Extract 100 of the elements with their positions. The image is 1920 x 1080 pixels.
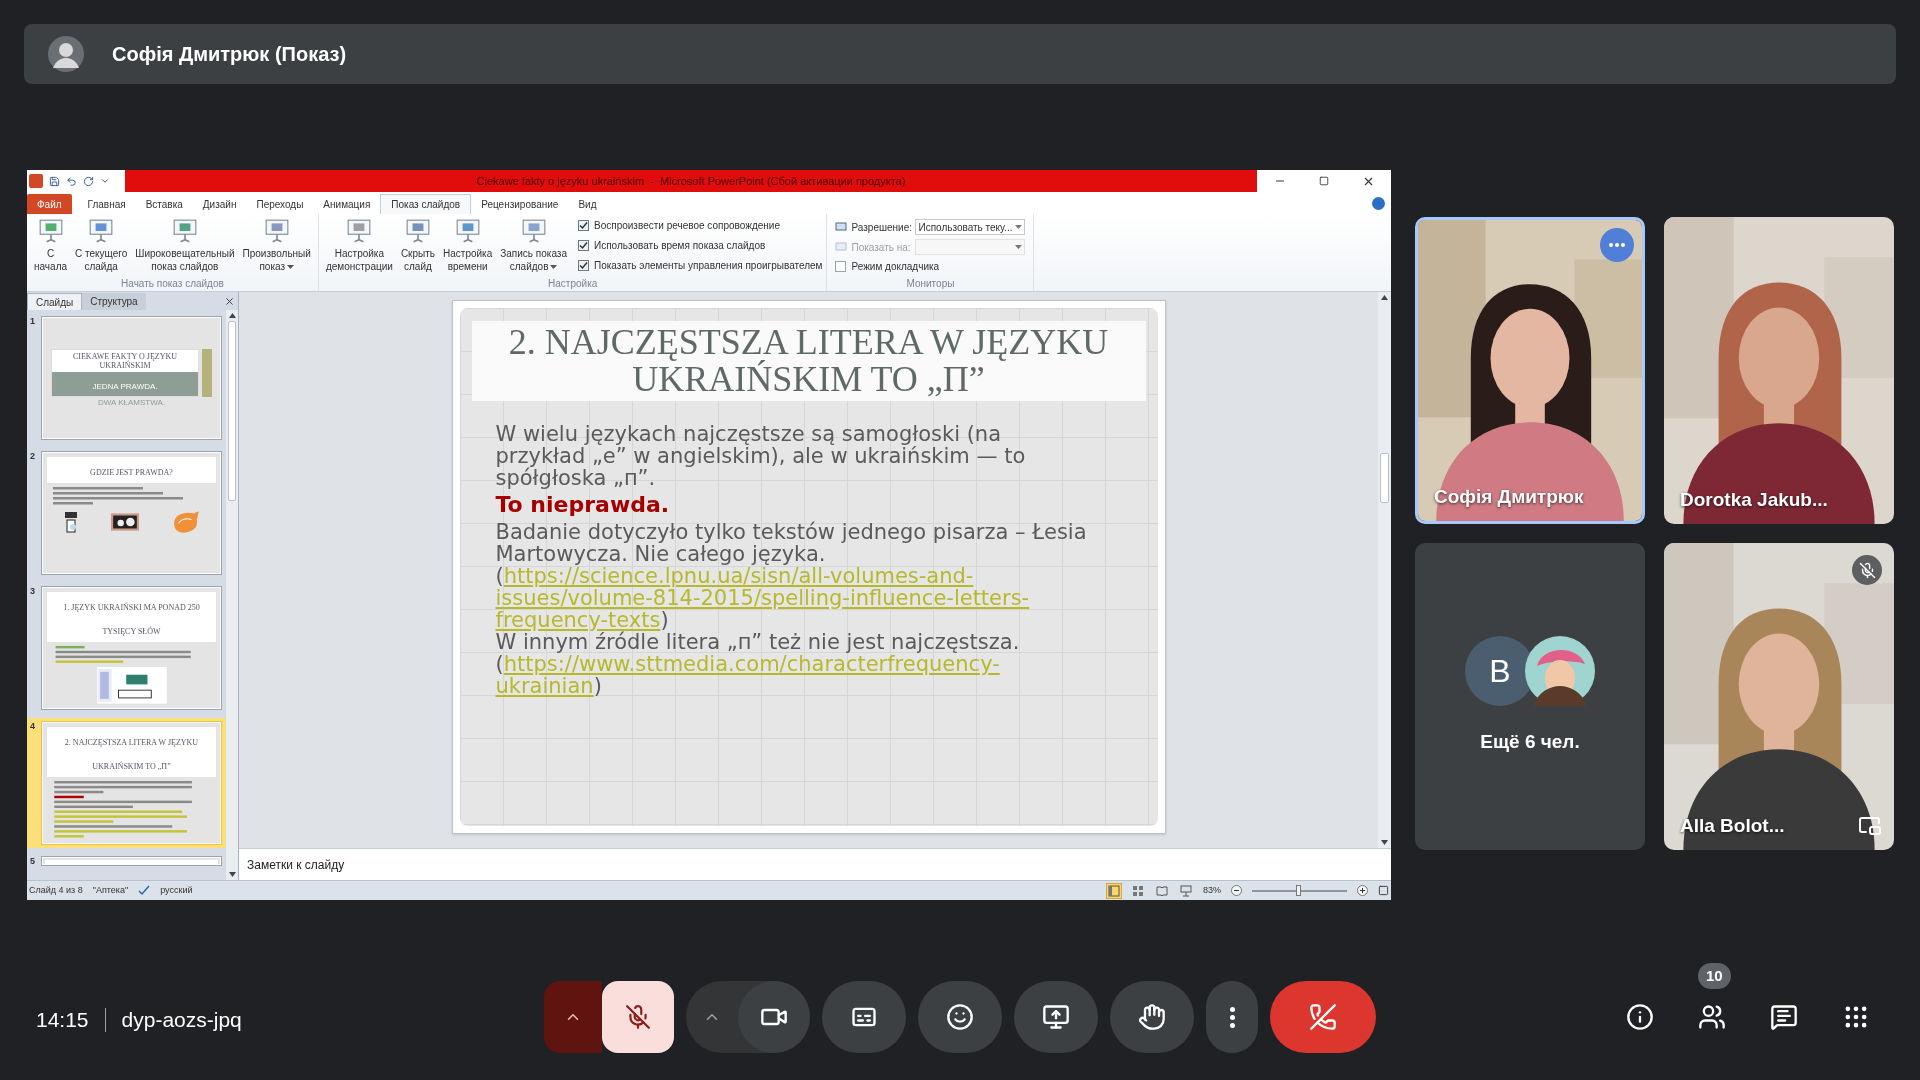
slide-thumbnail[interactable]: GDZIE JEST PRAWDA? — [41, 451, 222, 575]
caret-icon — [1015, 225, 1023, 229]
present-screen-icon — [1042, 1003, 1070, 1031]
language[interactable]: русский — [160, 883, 193, 898]
slide-thumbnail[interactable]: 2. NAJCZĘSTSZA LITERA W JĘZYKU UKRAIŃSKIM TO „П” — [41, 721, 222, 845]
ribbon-tab[interactable]: Вставка — [135, 194, 193, 214]
ribbon-button[interactable]: Настройка демонстрации — [322, 214, 396, 273]
meeting-time: 14:15 — [36, 1007, 89, 1034]
projector-icon — [346, 218, 373, 244]
slider-thumb[interactable] — [1295, 884, 1301, 896]
more-icon — [1609, 243, 1625, 247]
slide-thumbnail-row[interactable]: 2 GDZIE JEST PRAWDA? — [27, 448, 226, 578]
accent-bar — [202, 348, 212, 397]
microphone-button[interactable] — [602, 981, 674, 1053]
ribbon-button[interactable]: Запись показа слайдов — [497, 214, 570, 273]
projector-icon — [263, 218, 290, 244]
panel-tab[interactable]: Структура — [82, 293, 146, 310]
slide-thumbnail[interactable]: 1. JĘZYK UKRAIŃSKI MA PONAD 250 TYSIĘCY SŁÓW — [41, 586, 222, 710]
checkbox-label: Воспроизвести речевое сопровождение — [594, 219, 780, 233]
info-icon — [1626, 1003, 1654, 1031]
slide-thumbnail-row[interactable]: 5 — [27, 853, 226, 869]
zoom-level[interactable]: 83% — [1203, 883, 1221, 898]
ribbon-tab[interactable]: Переходы — [246, 194, 314, 214]
ribbon-tab[interactable]: Рецензирование — [471, 194, 569, 214]
redo-icon[interactable] — [83, 175, 94, 187]
dropdown-label: Разрешение: — [851, 220, 912, 235]
ribbon-button[interactable]: Настройка времени — [440, 214, 496, 273]
more-icon — [1229, 1006, 1235, 1028]
ribbon-tab[interactable]: Дизайн — [192, 194, 247, 214]
slide-number: 2 — [30, 451, 36, 463]
monitor-icon — [835, 222, 848, 232]
scrollbar[interactable] — [1378, 292, 1391, 848]
clipart-drawing — [171, 510, 200, 534]
slide-thumbnail[interactable] — [41, 856, 222, 866]
app-icon — [29, 174, 43, 188]
ribbon-button[interactable]: Широковещательный показ слайдов — [132, 214, 238, 273]
thumbnail-subtitle: DWA KŁAMSTWA. — [97, 397, 166, 408]
hand-icon — [1138, 1003, 1166, 1031]
fit-icon[interactable] — [1378, 885, 1389, 896]
slide-text: (https://www.sttmedia.com/characterfrequency-ukrainian) — [495, 653, 1000, 697]
slide-thumbnail[interactable]: CIEKAWE FAKTY O JĘZYKU UKRAIŃSKIM JEDNA PRAWDA. DWA KŁAMSTWA. — [41, 316, 222, 440]
participant-tile[interactable]: B Ещё 6 чел. — [1415, 543, 1645, 850]
slide-thumbnail-row[interactable]: 4 2. NAJCZĘSTSZA LITERA W JĘZYKU UKRAIŃSKIM TO „П” — [27, 718, 226, 848]
ribbon-button[interactable]: Произвольный показ — [239, 214, 314, 273]
ribbon-tab[interactable]: Вид — [568, 194, 607, 214]
undo-icon[interactable] — [66, 175, 77, 187]
notes-field[interactable]: Заметки к слайду — [247, 855, 345, 874]
people-icon — [1698, 1003, 1726, 1031]
view-button[interactable] — [1107, 883, 1121, 898]
thumbnail-title: GDZIE JEST PRAWDA? — [90, 468, 173, 477]
customize-icon[interactable] — [100, 176, 110, 186]
checkbox[interactable] — [578, 240, 589, 251]
scrollbar[interactable] — [226, 310, 238, 880]
ribbon-tab[interactable]: Файл — [27, 194, 72, 214]
slide-thumbnail-row[interactable]: 3 1. JĘZYK UKRAIŃSKI MA PONAD 250 TYSIĘCY SŁÓW — [27, 583, 226, 713]
spellcheck-icon[interactable] — [138, 885, 151, 896]
checkbox[interactable] — [578, 260, 589, 271]
slide-title: 2. NAJCZĘSTSZA LITERA W JĘZYKU UKRAIŃSKIM TO „П” — [507, 324, 1110, 398]
chat-icon — [1770, 1003, 1798, 1031]
meeting-code: dyp-aozs-jpq — [121, 1007, 242, 1034]
restore-icon[interactable] — [1318, 176, 1329, 186]
mic-off-icon — [625, 1004, 651, 1030]
scroll-thumb[interactable] — [228, 321, 236, 501]
view-button[interactable] — [1131, 883, 1145, 898]
group-label: Настройка — [547, 277, 599, 291]
dropdown[interactable]: Использовать теку... — [915, 219, 1026, 235]
save-icon[interactable] — [49, 175, 60, 187]
projector-icon — [88, 218, 115, 244]
scroll-thumb[interactable] — [1380, 453, 1389, 503]
scroll-up-icon[interactable] — [1381, 295, 1388, 300]
caret-icon — [1015, 245, 1023, 249]
ribbon-button[interactable]: С начала — [31, 214, 71, 273]
picture-in-picture-button[interactable] — [1858, 814, 1882, 838]
scroll-up-icon[interactable] — [228, 313, 236, 318]
scroll-down-icon[interactable] — [1381, 840, 1388, 845]
thumbnail-title: 1. JĘZYK UKRAIŃSKI MA PONAD 250 TYSIĘCY SŁÓW — [63, 603, 200, 636]
ribbon-button[interactable]: Скрыть слайд — [397, 214, 438, 273]
slide-thumbnail-row[interactable]: 1 CIEKAWE FAKTY O JĘZYKU UKRAIŃSKIM JEDNA PRAWDA. DWA KŁAMSTWA. — [27, 313, 226, 443]
close-icon[interactable] — [224, 296, 235, 307]
slide-text: W innym źródle litera „п” też nie jest najczęstsza. — [495, 631, 1021, 653]
ribbon-tab[interactable]: Анимация — [313, 194, 381, 214]
panel-tab[interactable]: Слайды — [27, 293, 83, 310]
avatar — [48, 36, 84, 72]
ribbon-button[interactable]: С текущего слайда — [72, 214, 131, 273]
view-button[interactable] — [1155, 883, 1169, 898]
checkbox[interactable] — [578, 220, 589, 231]
zoom-out-icon[interactable] — [1231, 885, 1242, 896]
clipart-drawing — [63, 510, 78, 534]
ribbon-tab[interactable]: Главная — [77, 194, 136, 214]
zoom-in-icon[interactable] — [1357, 885, 1368, 896]
verdict-text: To nieprawda. — [495, 494, 671, 516]
slide-number: 5 — [30, 856, 36, 866]
projector-icon — [37, 218, 64, 244]
checkbox[interactable] — [835, 260, 847, 272]
ribbon-tab[interactable]: Показ слайдов — [380, 194, 472, 214]
projector-icon — [171, 218, 198, 244]
theme-name: "Аптека" — [92, 883, 129, 897]
view-button[interactable] — [1179, 883, 1193, 898]
scroll-down-icon[interactable] — [228, 872, 236, 877]
count-badge: 10 — [1698, 963, 1731, 989]
